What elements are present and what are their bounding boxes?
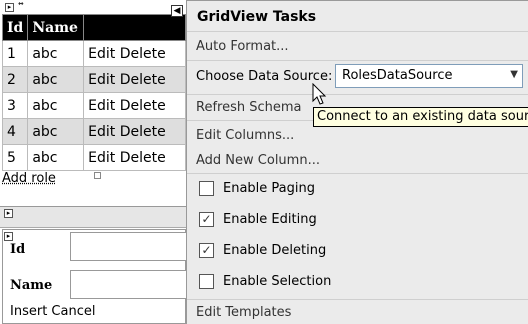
cell-actions[interactable]: Edit Delete (83, 118, 186, 145)
cell-id: 1 (1, 40, 29, 67)
divider (187, 173, 528, 174)
data-source-dropdown[interactable]: RolesDataSource ▼ (335, 64, 523, 88)
formview-glyph-icon: ▸ (4, 232, 13, 241)
insert-cancel-links[interactable]: Insert Cancel (10, 304, 95, 319)
id-field-label: Id (10, 242, 26, 257)
divider (187, 31, 528, 32)
cell-name: abc (27, 144, 85, 171)
add-new-column-link[interactable]: Add New Column... (196, 153, 320, 168)
cell-id: 3 (1, 92, 29, 119)
column-header-id: Id (1, 14, 29, 41)
divider (187, 60, 528, 61)
cell-name: abc (27, 92, 85, 119)
datasource-control-band (0, 206, 186, 228)
id-textbox[interactable] (70, 232, 186, 261)
enable-editing-checkbox[interactable]: ✓ (199, 212, 214, 227)
chevron-down-icon[interactable]: ▼ (510, 69, 518, 80)
move-glyph-icon[interactable]: ↔ (14, 0, 28, 10)
gridview-table[interactable]: Id Name 1 abc Edit Delete 2 abc Edit Del… (1, 14, 186, 171)
name-textbox[interactable] (70, 270, 186, 299)
panel-title: GridView Tasks (197, 9, 317, 25)
table-header-row: Id Name (1, 14, 186, 41)
enable-paging-label: Enable Paging (223, 181, 315, 196)
table-row: 4 abc Edit Delete (1, 118, 186, 145)
cell-actions[interactable]: Edit Delete (83, 92, 186, 119)
table-row: 1 abc Edit Delete (1, 40, 186, 67)
divider (187, 94, 528, 95)
edit-templates-link[interactable]: Edit Templates (196, 305, 291, 320)
add-role-label: Add role (2, 171, 56, 186)
enable-selection-label: Enable Selection (223, 274, 332, 289)
gridview-glyph-icon: ▸ (5, 3, 14, 12)
cell-name: abc (27, 118, 85, 145)
choose-data-source-label: Choose Data Source: (196, 69, 333, 84)
edit-columns-link[interactable]: Edit Columns... (196, 128, 294, 143)
add-role-link[interactable]: Add role (2, 171, 56, 186)
cell-actions[interactable]: Edit Delete (83, 40, 186, 67)
table-row: 2 abc Edit Delete (1, 66, 186, 93)
cell-id: 5 (1, 144, 29, 171)
cell-id: 4 (1, 118, 29, 145)
enable-selection-checkbox[interactable] (199, 274, 214, 289)
selection-handle[interactable] (94, 172, 101, 179)
cell-name: abc (27, 66, 85, 93)
gridview-tasks-panel: GridView Tasks Auto Format... Choose Dat… (186, 0, 528, 324)
auto-format-link[interactable]: Auto Format... (196, 39, 289, 54)
designer-surface: ▸ ↔ Id Name 1 abc Edit Delete 2 abc Edit… (0, 0, 186, 324)
cell-actions[interactable]: Edit Delete (83, 66, 186, 93)
enable-paging-checkbox[interactable] (199, 181, 214, 196)
table-row: 3 abc Edit Delete (1, 92, 186, 119)
enable-deleting-label: Enable Deleting (223, 243, 327, 258)
name-field-label: Name (10, 278, 53, 293)
column-header-name: Name (27, 14, 85, 41)
cell-name: abc (27, 40, 85, 67)
enable-deleting-checkbox[interactable]: ✓ (199, 243, 214, 258)
data-source-tooltip: Connect to an existing data source (313, 107, 528, 127)
smart-tag-arrow-icon[interactable]: ◀ (171, 5, 183, 17)
column-header-actions (83, 14, 186, 41)
cell-id: 2 (1, 66, 29, 93)
cell-actions[interactable]: Edit Delete (83, 144, 186, 171)
data-source-value: RolesDataSource (342, 68, 453, 83)
refresh-schema-link[interactable]: Refresh Schema (196, 100, 302, 115)
table-row: 5 abc Edit Delete (1, 144, 186, 171)
enable-editing-label: Enable Editing (223, 212, 317, 227)
mouse-cursor-icon (312, 83, 327, 105)
divider (187, 299, 528, 300)
control-glyph-icon: ▸ (4, 209, 13, 218)
